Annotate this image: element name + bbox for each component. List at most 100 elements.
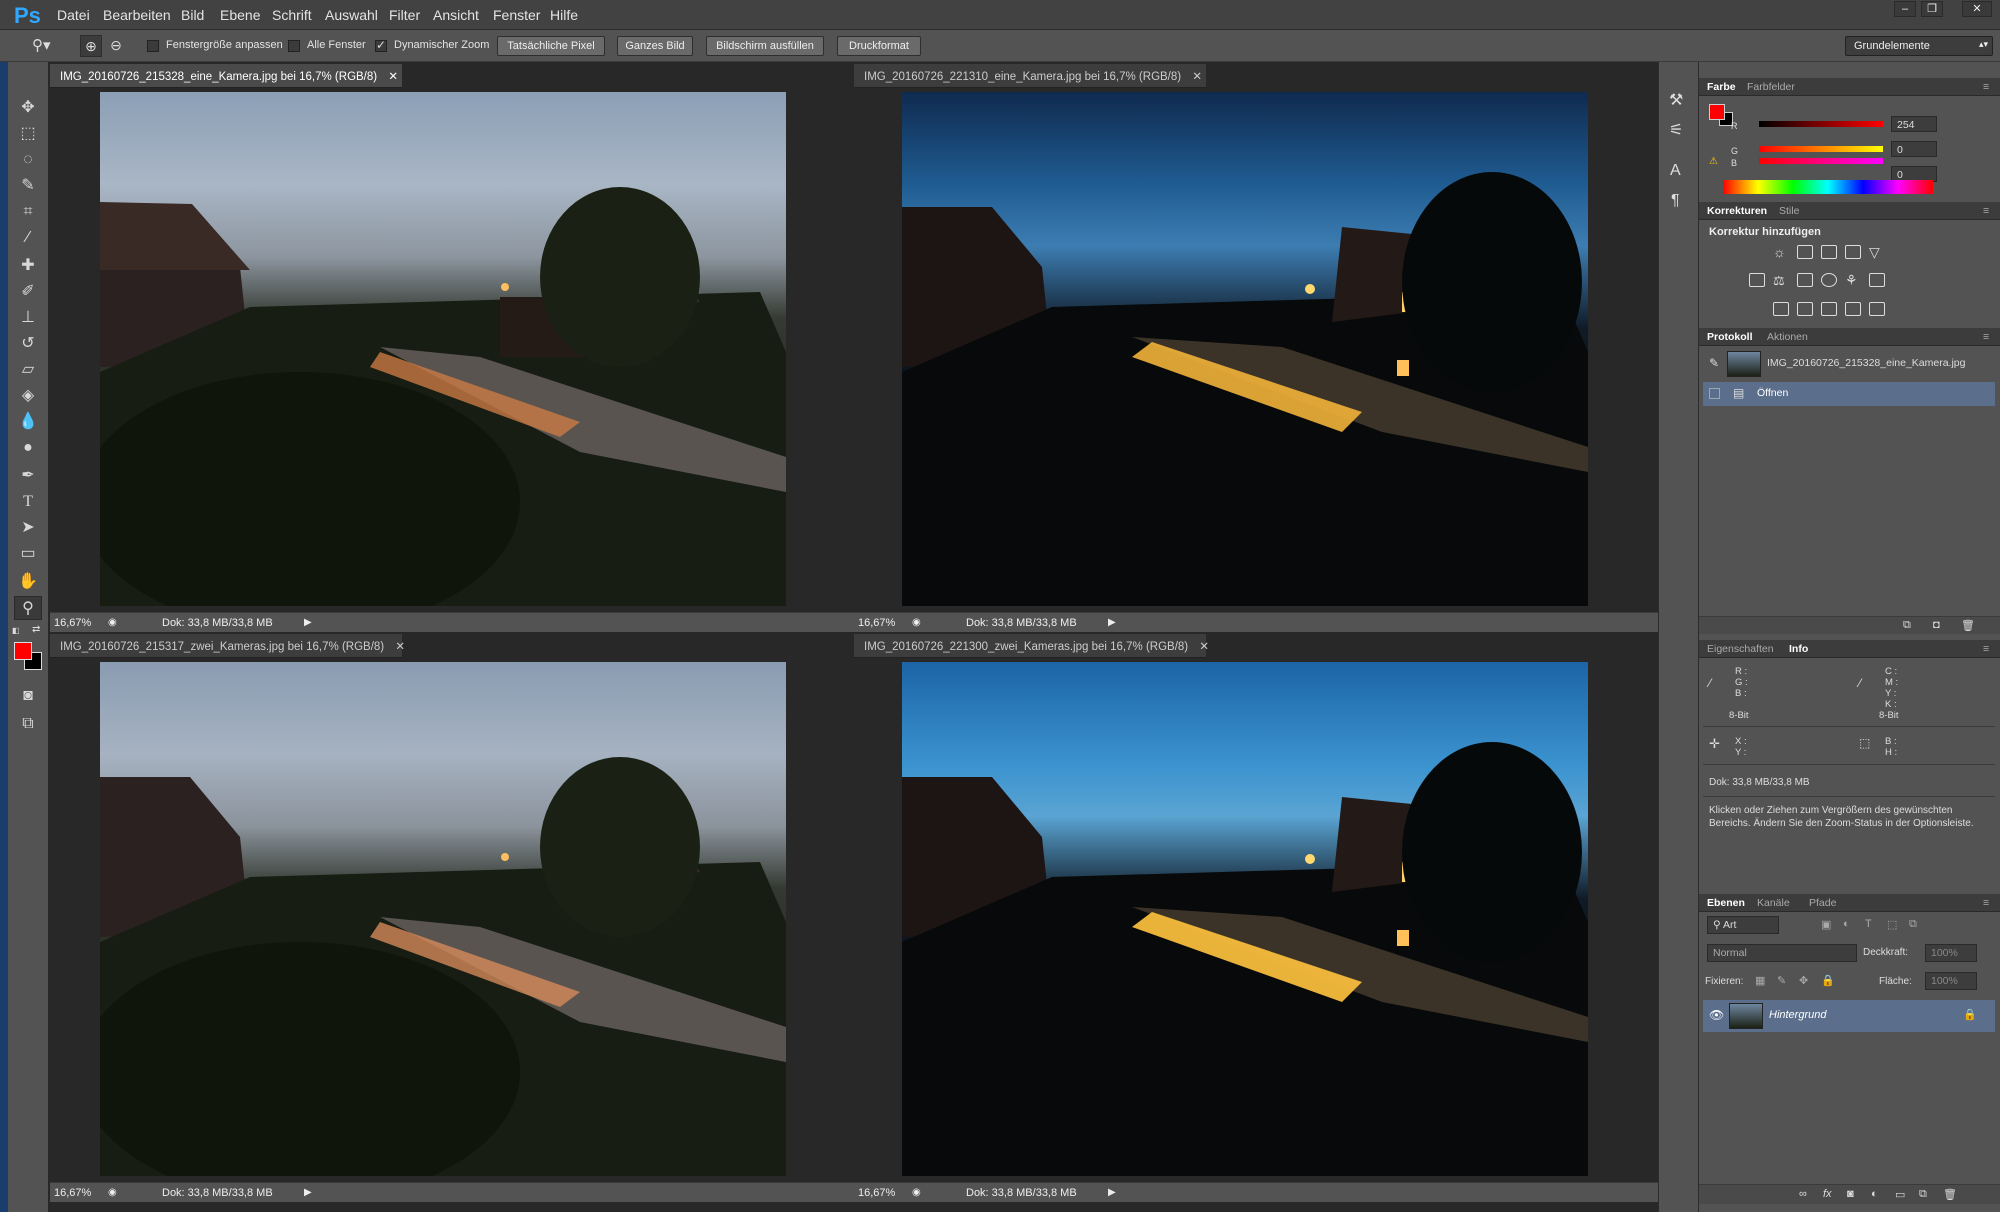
link-layers-icon[interactable]: ∞ — [1799, 1188, 1807, 1200]
status-icon[interactable]: ◉ — [912, 1187, 921, 1198]
lock-transparency-icon[interactable]: ▦ — [1755, 974, 1765, 987]
fx-icon[interactable]: fx — [1823, 1188, 1832, 1200]
filter-pixel-icon[interactable]: ▣ — [1821, 918, 1831, 931]
close-icon[interactable]: ✕ — [1192, 71, 1202, 83]
tab-info[interactable]: Info — [1789, 643, 1808, 655]
status-icon[interactable]: ◉ — [912, 617, 921, 628]
menu-fenster[interactable]: Fenster — [493, 7, 540, 23]
document-tab-3[interactable]: IMG_20160726_215317_zwei_Kameras.jpg bei… — [50, 634, 405, 658]
status-icon[interactable]: ◉ — [108, 617, 117, 628]
tab-farbe[interactable]: Farbe — [1707, 81, 1736, 93]
new-layer-icon[interactable]: ⧉ — [1919, 1188, 1927, 1201]
lock-pixels-icon[interactable]: ✎ — [1777, 974, 1786, 987]
lock-all-icon[interactable]: 🔒 — [1821, 974, 1835, 987]
quick-selection-tool-icon[interactable]: ✎ — [14, 174, 42, 198]
layer-row[interactable]: 👁 Hintergrund 🔒 — [1703, 1000, 1995, 1032]
hue-saturation-icon[interactable] — [1749, 273, 1765, 287]
new-document-icon[interactable]: ⧉ — [1903, 619, 1911, 632]
print-size-button[interactable]: Druckformat — [837, 36, 921, 56]
panel-menu-icon[interactable]: ≡ — [1983, 331, 1989, 343]
screen-mode-icon[interactable]: ⧉ — [14, 712, 42, 736]
selective-color-icon[interactable] — [1845, 302, 1861, 316]
r-slider[interactable] — [1759, 121, 1883, 127]
step-source-box[interactable] — [1709, 388, 1720, 399]
opacity-input[interactable]: 100% — [1925, 944, 1977, 962]
paragraph-panel-icon[interactable]: ¶ — [1671, 192, 1680, 210]
trash-icon[interactable]: 🗑 — [1961, 619, 1975, 632]
black-white-icon[interactable] — [1797, 273, 1813, 287]
tab-ebenen[interactable]: Ebenen — [1707, 897, 1745, 909]
history-snapshot[interactable]: ✎ IMG_20160726_215328_eine_Kamera.jpg — [1703, 348, 1995, 380]
close-icon[interactable]: ✕ — [388, 71, 398, 83]
tab-farbfelder[interactable]: Farbfelder — [1747, 81, 1795, 93]
character-panel-icon[interactable]: A — [1670, 162, 1681, 180]
marquee-tool-icon[interactable]: ⬚ — [14, 122, 42, 146]
pen-tool-icon[interactable]: ✒ — [14, 464, 42, 488]
zoom-tool-icon[interactable]: ⚲ — [14, 596, 42, 620]
panel-menu-icon[interactable]: ≡ — [1983, 643, 1989, 655]
close-icon[interactable]: ✕ — [1199, 641, 1209, 653]
menu-ansicht[interactable]: Ansicht — [433, 7, 479, 23]
scrubby-zoom-checkbox[interactable] — [375, 38, 387, 52]
zoom-tool-preset-icon[interactable]: ⚲▾ — [32, 36, 62, 56]
blend-mode-select[interactable]: Normal — [1707, 944, 1857, 962]
fit-screen-button[interactable]: Ganzes Bild — [617, 36, 693, 56]
document-tab-4[interactable]: IMG_20160726_221300_zwei_Kameras.jpg bei… — [854, 634, 1209, 658]
posterize-icon[interactable] — [1797, 302, 1813, 316]
foreground-color-swatch[interactable] — [14, 642, 32, 660]
zoom-in-icon[interactable]: ⊕ — [80, 35, 102, 57]
tab-korrekturen[interactable]: Korrekturen — [1707, 205, 1767, 217]
filter-type-icon[interactable]: T — [1865, 918, 1872, 930]
fill-input[interactable]: 100% — [1925, 972, 1977, 990]
document-tab-2[interactable]: IMG_20160726_221310_eine_Kamera.jpg bei … — [854, 64, 1206, 88]
panel-menu-icon[interactable]: ≡ — [1983, 205, 1989, 217]
photo-filter-icon[interactable] — [1821, 273, 1837, 287]
document-tab-1[interactable]: IMG_20160726_215328_eine_Kamera.jpg bei … — [50, 64, 402, 88]
panel-menu-icon[interactable]: ≡ — [1983, 81, 1989, 93]
color-ramp[interactable] — [1723, 180, 1933, 194]
eraser-tool-icon[interactable]: ▱ — [14, 358, 42, 382]
history-brush-icon[interactable]: ✎ — [1709, 356, 1719, 370]
eye-visibility-icon[interactable]: 👁 — [1709, 1008, 1724, 1022]
tab-eigenschaften[interactable]: Eigenschaften — [1707, 643, 1774, 655]
menu-auswahl[interactable]: Auswahl — [325, 7, 378, 23]
status-menu-arrow-icon[interactable]: ▶ — [1108, 1187, 1116, 1198]
tab-pfade[interactable]: Pfade — [1809, 897, 1836, 909]
menu-ebene[interactable]: Ebene — [220, 7, 260, 23]
panel-menu-icon[interactable]: ≡ — [1983, 897, 1989, 909]
close-icon[interactable]: ✕ — [395, 641, 405, 653]
menu-datei[interactable]: Datei — [57, 7, 90, 23]
swap-colors-icon[interactable]: ⇄ — [32, 624, 40, 635]
workspace-select[interactable]: Grundelemente ▴▾ — [1845, 36, 1993, 56]
status-menu-arrow-icon[interactable]: ▶ — [304, 617, 312, 628]
clone-stamp-tool-icon[interactable]: ⊥ — [14, 306, 42, 330]
invert-icon[interactable] — [1773, 302, 1789, 316]
zoom-out-icon[interactable]: ⊖ — [105, 35, 127, 57]
fill-screen-button[interactable]: Bildschirm ausfüllen — [706, 36, 824, 56]
add-mask-icon[interactable]: ◙ — [1847, 1188, 1854, 1200]
brush-tool-icon[interactable]: ✐ — [14, 280, 42, 304]
filter-smart-icon[interactable]: ⧉ — [1909, 918, 1917, 931]
history-step-row[interactable]: ▤ Öffnen — [1703, 382, 1995, 406]
dodge-tool-icon[interactable]: ● — [14, 436, 42, 460]
status-menu-arrow-icon[interactable]: ▶ — [304, 1187, 312, 1198]
restore-button[interactable]: ❐ — [1921, 1, 1943, 17]
status-icon[interactable]: ◉ — [108, 1187, 117, 1198]
g-value[interactable]: 0 — [1891, 141, 1937, 157]
menu-bild[interactable]: Bild — [181, 7, 204, 23]
vibrance-icon[interactable]: ▽ — [1869, 245, 1885, 259]
tab-kanaele[interactable]: Kanäle — [1757, 897, 1790, 909]
b-slider[interactable] — [1759, 158, 1883, 164]
all-windows-checkbox[interactable] — [288, 40, 300, 52]
lasso-tool-icon[interactable]: ◌ — [14, 148, 42, 172]
trash-icon[interactable]: 🗑 — [1943, 1188, 1957, 1201]
color-lookup-icon[interactable] — [1869, 273, 1885, 287]
filter-shape-icon[interactable]: ⬚ — [1887, 918, 1897, 931]
layer-filter-select[interactable]: ⚲ Art — [1707, 916, 1779, 934]
tab-protokoll[interactable]: Protokoll — [1707, 331, 1753, 343]
status-menu-arrow-icon[interactable]: ▶ — [1108, 617, 1116, 628]
type-tool-icon[interactable]: T — [14, 490, 42, 514]
menu-schrift[interactable]: Schrift — [272, 7, 312, 23]
tab-stile[interactable]: Stile — [1779, 205, 1799, 217]
levels-icon[interactable] — [1797, 245, 1813, 259]
